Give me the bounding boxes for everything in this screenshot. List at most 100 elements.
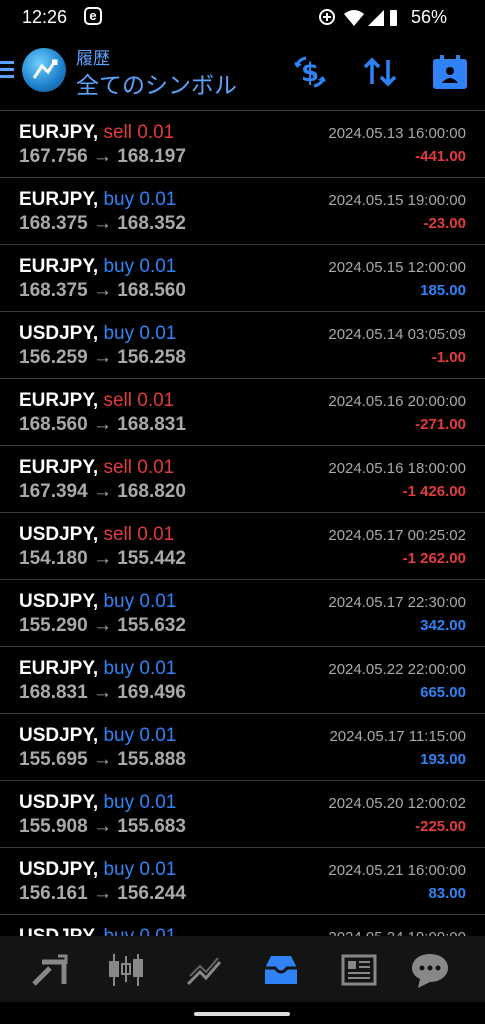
trade-symbol: EURJPY, buy 0.01 bbox=[19, 658, 176, 680]
trade-side-volume: buy 0.01 bbox=[103, 859, 177, 880]
trade-row[interactable]: USDJPY, buy 0.01 156.259 → 156.258 2024.05… bbox=[0, 311, 485, 378]
trade-profit: 83.00 bbox=[428, 885, 466, 902]
symbol-label: USDJPY, bbox=[19, 859, 99, 880]
header-title[interactable]: 全てのシンボル bbox=[76, 66, 237, 100]
symbol-label: USDJPY, bbox=[19, 725, 99, 746]
trade-symbol: USDJPY, buy 0.01 bbox=[19, 859, 176, 881]
trade-prices: 155.290 → 155.632 bbox=[19, 615, 186, 636]
trade-time: 2024.05.17 22:30:00 bbox=[328, 594, 466, 611]
trade-row[interactable]: USDJPY, buy 0.01 155.695 → 155.888 2024.05… bbox=[0, 713, 485, 780]
trade-profit: -23.00 bbox=[423, 215, 466, 232]
status-time: 12:26 bbox=[22, 7, 68, 27]
trade-row[interactable]: USDJPY, buy 0.01 2024.05.24 19:00:00 bbox=[0, 914, 485, 936]
trade-symbol: EURJPY, buy 0.01 bbox=[19, 189, 176, 211]
trade-row[interactable]: EURJPY, sell 0.01 168.560 → 168.831 2024.0… bbox=[0, 378, 485, 445]
trade-symbol: USDJPY, buy 0.01 bbox=[19, 591, 176, 613]
symbol-label: EURJPY, bbox=[19, 189, 99, 210]
trade-prices: 168.831 → 169.496 bbox=[19, 682, 186, 703]
trade-profit: 185.00 bbox=[420, 282, 466, 299]
symbol-label: USDJPY, bbox=[19, 524, 99, 545]
trade-symbol: EURJPY, sell 0.01 bbox=[19, 457, 174, 479]
currency-icon[interactable]: $ bbox=[290, 52, 330, 92]
bottom-navigation bbox=[0, 936, 485, 1002]
symbol-label: USDJPY, bbox=[19, 926, 98, 936]
trade-profit: -441.00 bbox=[415, 148, 466, 165]
trade-row[interactable]: EURJPY, sell 0.01 167.756 → 168.197 2024.0… bbox=[0, 110, 485, 177]
trade-side-volume: buy 0.01 bbox=[103, 189, 177, 210]
trade-icon[interactable] bbox=[182, 950, 226, 990]
symbol-label: EURJPY, bbox=[19, 122, 99, 143]
trade-side-volume: buy 0.01 bbox=[103, 658, 177, 679]
trade-row[interactable]: USDJPY, buy 0.01 156.161 → 156.244 2024.05… bbox=[0, 847, 485, 914]
symbol-label: EURJPY, bbox=[19, 457, 99, 478]
trade-profit: -271.00 bbox=[415, 416, 466, 433]
trade-history-list[interactable]: EURJPY, sell 0.01 167.756 → 168.197 2024.0… bbox=[0, 110, 485, 936]
trade-side-volume: buy 0.01 bbox=[103, 256, 177, 277]
trade-symbol: EURJPY, sell 0.01 bbox=[19, 122, 174, 144]
battery-percent: 56% bbox=[410, 7, 447, 27]
trade-side-volume: sell 0.01 bbox=[103, 457, 175, 478]
chat-icon[interactable] bbox=[408, 950, 452, 990]
sort-icon[interactable] bbox=[360, 52, 400, 92]
symbol-label: EURJPY, bbox=[19, 390, 99, 411]
trade-row[interactable]: USDJPY, sell 0.01 154.180 → 155.442 2024.0… bbox=[0, 512, 485, 579]
trade-profit: 193.00 bbox=[420, 751, 466, 768]
calendar-icon[interactable] bbox=[430, 52, 470, 92]
status-icons bbox=[319, 9, 397, 26]
trade-time: 2024.05.15 12:00:00 bbox=[328, 259, 466, 276]
gesture-bar[interactable] bbox=[194, 1012, 290, 1016]
app-logo bbox=[22, 48, 66, 92]
trade-time: 2024.05.14 03:05:09 bbox=[328, 326, 466, 343]
trade-row[interactable]: USDJPY, buy 0.01 155.908 → 155.683 2024.05… bbox=[0, 780, 485, 847]
trade-symbol: USDJPY, sell 0.01 bbox=[19, 524, 174, 546]
trade-row[interactable]: EURJPY, buy 0.01 168.375 → 168.560 2024.05… bbox=[0, 244, 485, 311]
trade-profit: -225.00 bbox=[415, 818, 466, 835]
app-notification-icon: e bbox=[84, 7, 102, 25]
trade-time: 2024.05.22 22:00:00 bbox=[328, 661, 466, 678]
trade-prices: 168.560 → 168.831 bbox=[19, 414, 186, 435]
trade-side-volume: sell 0.01 bbox=[103, 390, 175, 411]
trade-row[interactable]: USDJPY, buy 0.01 155.290 → 155.632 2024.05… bbox=[0, 579, 485, 646]
quotes-icon[interactable] bbox=[28, 950, 72, 990]
trade-time: 2024.05.16 18:00:00 bbox=[328, 460, 466, 477]
trade-side-volume: buy 0.01 bbox=[103, 591, 177, 612]
trade-profit: -1 426.00 bbox=[402, 483, 466, 500]
trade-side-volume: buy 0.01 bbox=[103, 725, 177, 746]
trade-side-volume: sell 0.01 bbox=[103, 122, 175, 143]
trade-time: 2024.05.20 12:00:02 bbox=[328, 795, 466, 812]
trade-row[interactable]: EURJPY, buy 0.01 168.375 → 168.352 2024.05… bbox=[0, 177, 485, 244]
trade-time: 2024.05.15 19:00:00 bbox=[328, 192, 466, 209]
trade-prices: 154.180 → 155.442 bbox=[19, 548, 186, 569]
symbol-label: USDJPY, bbox=[19, 323, 99, 344]
svg-text:$: $ bbox=[301, 58, 319, 88]
trade-side-volume: buy 0.01 bbox=[103, 792, 177, 813]
trade-prices: 155.695 → 155.888 bbox=[19, 749, 186, 770]
trade-prices: 156.259 → 156.258 bbox=[19, 347, 186, 368]
trade-symbol: USDJPY, buy 0.01 bbox=[19, 792, 176, 814]
trade-profit: -1 262.00 bbox=[402, 550, 466, 567]
history-icon[interactable] bbox=[259, 950, 303, 990]
symbol-label: USDJPY, bbox=[19, 591, 99, 612]
trade-row[interactable]: EURJPY, sell 0.01 167.394 → 168.820 2024.0… bbox=[0, 445, 485, 512]
trade-profit: 665.00 bbox=[420, 684, 466, 701]
trade-time: 2024.05.13 16:00:00 bbox=[328, 125, 466, 142]
chart-icon[interactable] bbox=[104, 950, 148, 990]
trade-row[interactable]: EURJPY, buy 0.01 168.831 → 169.496 2024.05… bbox=[0, 646, 485, 713]
symbol-label: USDJPY, bbox=[19, 792, 99, 813]
trade-prices: 167.394 → 168.820 bbox=[19, 481, 186, 502]
trade-prices: 168.375 → 168.352 bbox=[19, 213, 186, 234]
trade-symbol: USDJPY, buy 0.01 bbox=[19, 725, 176, 747]
trade-prices: 167.756 → 168.197 bbox=[19, 146, 186, 167]
menu-icon[interactable] bbox=[0, 60, 14, 80]
trade-side-volume: sell 0.01 bbox=[103, 524, 175, 545]
trade-prices: 156.161 → 156.244 bbox=[19, 883, 186, 904]
news-icon[interactable] bbox=[337, 950, 381, 990]
trade-side-volume: buy 0.01 bbox=[103, 323, 177, 344]
trade-symbol: EURJPY, sell 0.01 bbox=[19, 390, 174, 412]
symbol-label: EURJPY, bbox=[19, 256, 99, 277]
status-bar: 12:26 e 56% bbox=[0, 0, 485, 36]
trade-side-volume: buy 0.01 bbox=[103, 926, 176, 936]
trade-prices: 155.908 → 155.683 bbox=[19, 816, 186, 837]
trade-time: 2024.05.21 16:00:00 bbox=[328, 862, 466, 879]
trade-symbol: EURJPY, buy 0.01 bbox=[19, 256, 176, 278]
